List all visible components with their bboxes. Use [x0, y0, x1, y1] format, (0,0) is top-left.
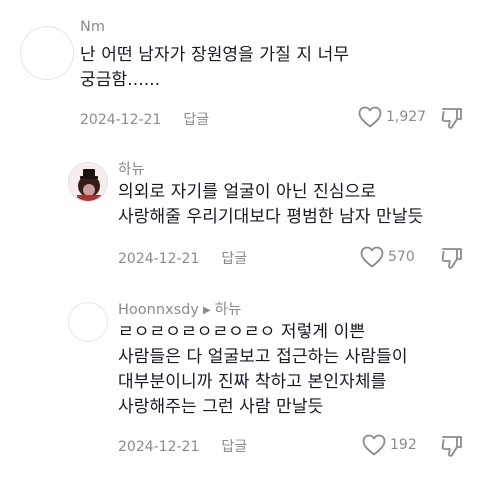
like-button[interactable]: 192 — [362, 434, 417, 456]
comment-author-name[interactable]: Hoonnxsdy — [118, 302, 199, 318]
caret-right-icon: ▶ — [202, 305, 211, 316]
comment-meta: 2024-12-21 답글 — [118, 436, 247, 456]
comment-item: 하뉴 의외로 자기를 얼굴이 아닌 진심으로 사랑해줄 우리기대보다 평범한 남… — [0, 150, 480, 290]
avatar[interactable] — [68, 162, 108, 202]
like-button[interactable]: 570 — [360, 246, 415, 268]
avatar[interactable] — [68, 302, 108, 342]
comment-text: ㄹㅇㄹㅇㄹㅇㄹㅇㄹㅇ 저렇게 이쁜 사람들은 다 얼굴보고 접근하는 사람들이 … — [118, 322, 408, 417]
heart-outline-icon — [360, 246, 384, 268]
like-count: 570 — [388, 249, 415, 265]
comment-author: Hoonnxsdy ▶ 하뉴 — [118, 298, 241, 319]
heart-outline-icon — [362, 434, 386, 456]
comment-date: 2024-12-21 — [118, 439, 200, 455]
comment-date: 2024-12-21 — [118, 251, 200, 267]
avatar-image — [69, 163, 107, 201]
comment-meta: 2024-12-21 답글 — [118, 248, 247, 268]
comment-author[interactable]: 하뉴 — [118, 158, 145, 179]
comment-date: 2024-12-21 — [80, 112, 162, 128]
comment-text: 난 어떤 남자가 장원영을 가질 지 너무 궁금함...... — [80, 45, 350, 90]
like-button[interactable]: 1,927 — [358, 106, 426, 128]
reply-button[interactable]: 답글 — [221, 439, 247, 455]
thumbs-down-icon — [441, 248, 462, 269]
heart-outline-icon — [358, 106, 382, 128]
avatar[interactable] — [20, 26, 74, 80]
reply-button[interactable]: 답글 — [221, 251, 247, 267]
comment-meta: 2024-12-21 답글 — [80, 109, 209, 129]
comment-item: Nm 난 어떤 남자가 장원영을 가질 지 너무 궁금함...... 2024-… — [0, 0, 480, 150]
reply-button[interactable]: 답글 — [183, 112, 209, 128]
thumbs-down-icon — [441, 436, 462, 457]
reply-to-name[interactable]: 하뉴 — [215, 302, 242, 318]
comment-text: 의외로 자기를 얼굴이 아닌 진심으로 사랑해줄 우리기대보다 평범한 남자 만… — [118, 182, 424, 227]
dislike-button[interactable] — [441, 106, 463, 130]
dislike-button[interactable] — [441, 434, 463, 458]
like-count: 192 — [390, 437, 417, 453]
comment-author[interactable]: Nm — [80, 19, 105, 35]
comment-item: Hoonnxsdy ▶ 하뉴 ㄹㅇㄹㅇㄹㅇㄹㅇㄹㅇ 저렇게 이쁜 사람들은 다 얼굴… — [0, 290, 480, 477]
dislike-button[interactable] — [441, 246, 463, 270]
like-count: 1,927 — [386, 109, 427, 125]
thumbs-down-icon — [441, 108, 462, 129]
